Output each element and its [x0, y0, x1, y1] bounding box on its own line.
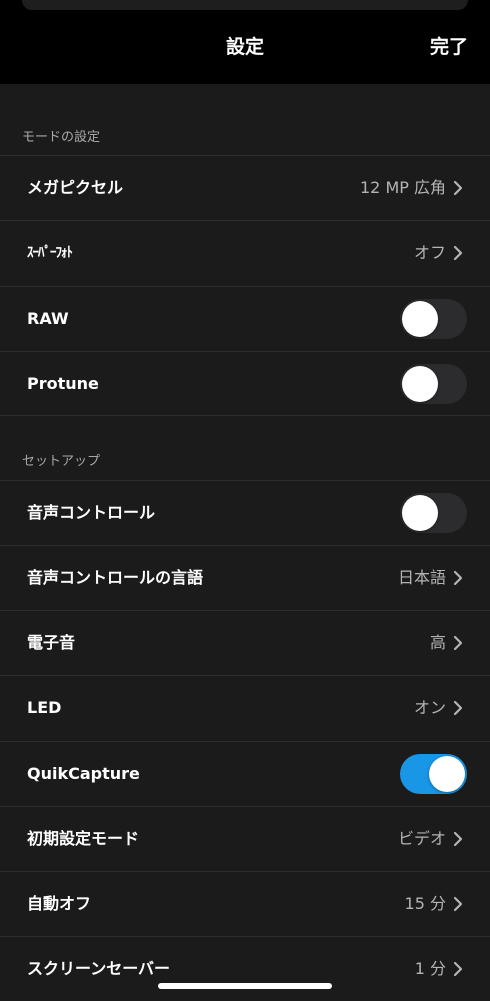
row-value: オン	[413, 698, 446, 717]
row-value: 日本語	[397, 568, 446, 587]
chevron-right-icon	[453, 180, 463, 196]
row-label: 音声コントロール	[27, 503, 156, 522]
page-title: 設定	[225, 36, 264, 58]
row-label: 自動オフ	[27, 894, 92, 913]
chevron-right-icon	[453, 635, 463, 651]
row-superphoto[interactable]: ｽｰﾊﾟｰﾌｫﾄ オフ	[0, 220, 490, 285]
row-value: 15 分	[404, 894, 446, 913]
chevron-right-icon	[453, 700, 463, 716]
row-voice-language[interactable]: 音声コントロールの言語 日本語	[0, 545, 490, 610]
row-screen-saver[interactable]: スクリーンセーバー 1 分	[0, 936, 490, 1001]
chevron-right-icon	[453, 961, 463, 977]
row-value: 12 MP 広角	[360, 178, 446, 197]
done-button[interactable]: 完了	[430, 34, 468, 60]
row-label: ｽｰﾊﾟｰﾌｫﾄ	[27, 245, 73, 261]
row-label: メガピクセル	[27, 178, 124, 197]
row-label: QuikCapture	[27, 764, 140, 783]
row-megapixel[interactable]: メガピクセル 12 MP 広角	[0, 155, 490, 220]
row-led[interactable]: LED オン	[0, 675, 490, 740]
row-label: Protune	[27, 374, 99, 393]
row-label: スクリーンセーバー	[27, 959, 171, 978]
row-label: 初期設定モード	[27, 829, 140, 848]
quikcapture-toggle[interactable]	[400, 754, 467, 794]
row-label: LED	[27, 698, 62, 717]
protune-toggle[interactable]	[400, 364, 467, 404]
row-raw: RAW	[0, 286, 490, 351]
raw-toggle[interactable]	[400, 299, 467, 339]
nav-header: 設定 完了	[0, 0, 490, 84]
sheet-edge	[22, 0, 468, 10]
toggle-knob	[402, 301, 438, 337]
row-beeps[interactable]: 電子音 高	[0, 610, 490, 675]
chevron-right-icon	[453, 245, 463, 261]
row-auto-off[interactable]: 自動オフ 15 分	[0, 871, 490, 936]
row-label: 音声コントロールの言語	[27, 568, 204, 587]
chevron-right-icon	[453, 570, 463, 586]
row-default-mode[interactable]: 初期設定モード ビデオ	[0, 806, 490, 871]
row-value: 1 分	[414, 959, 446, 978]
toggle-knob	[402, 495, 438, 531]
toggle-knob	[429, 756, 465, 792]
toggle-knob	[402, 366, 438, 402]
row-quikcapture: QuikCapture	[0, 741, 490, 806]
chevron-right-icon	[453, 831, 463, 847]
row-value: ビデオ	[397, 829, 446, 848]
row-protune: Protune	[0, 351, 490, 416]
chevron-right-icon	[453, 896, 463, 912]
voice-control-toggle[interactable]	[400, 493, 467, 533]
row-value: 高	[429, 633, 446, 652]
row-label: 電子音	[27, 633, 76, 652]
section-header-mode: モードの設定	[22, 130, 101, 145]
row-value: オフ	[413, 243, 446, 262]
row-label: RAW	[27, 309, 69, 328]
home-indicator	[158, 983, 332, 989]
row-voice-control: 音声コントロール	[0, 480, 490, 545]
section-header-setup: セットアップ	[22, 454, 101, 469]
